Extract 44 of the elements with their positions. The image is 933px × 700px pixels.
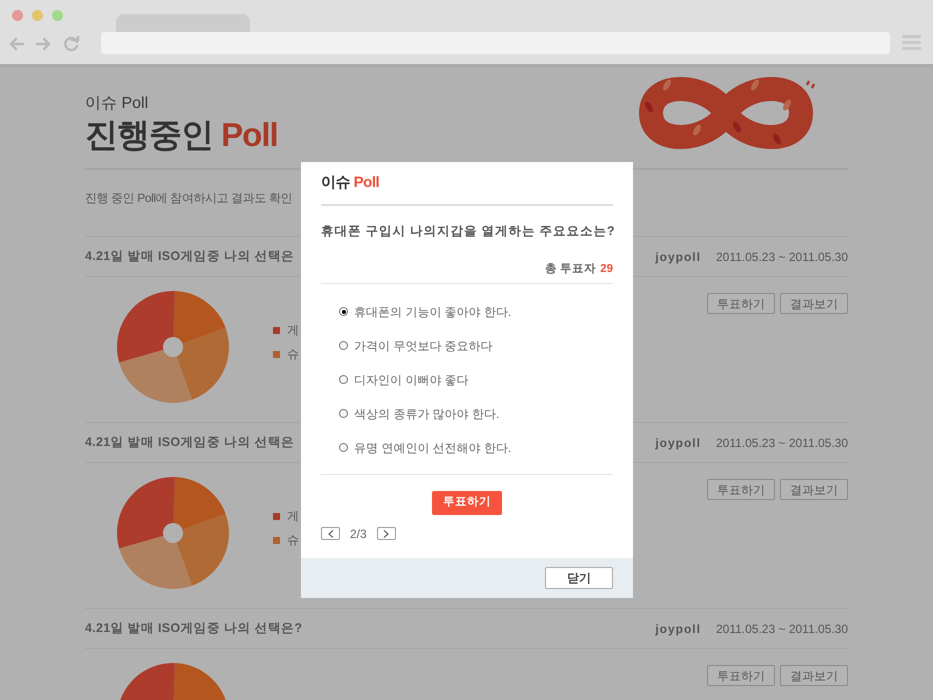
page-indicator: 2/3 [350,526,367,543]
poll-date: 2011.05.23 ~ 2011.05.30 [716,248,848,266]
poll-action-button[interactable]: 결과보기 [780,665,848,686]
chevron-left-icon [328,530,334,538]
chevron-right-icon [383,530,390,538]
legend-label: 슈 [287,532,299,549]
page-kicker: 이슈 Poll [85,94,150,114]
next-page-button[interactable] [376,527,396,540]
poll-date: 2011.05.23 ~ 2011.05.30 [716,434,848,452]
poll-action-button[interactable]: 결과보기 [780,293,848,314]
vote-button[interactable]: 투표하기 [432,490,502,515]
poll-title: 4.21일 발매 ISO게임중 나의 선택은 [85,248,294,266]
page-description: 진행 중인 Poll에 참여하시고 결과도 확인 [85,191,292,205]
navigation-icons-drawing [9,36,81,52]
poll-option[interactable]: 유명 연예인이 선전해야 한다. [339,430,613,465]
previous-page-button[interactable] [321,527,340,540]
poll-author: joypoll [655,434,701,452]
poll-option[interactable]: 디자인이 이뻐야 좋다 [339,362,613,397]
poll-author: joypoll [655,248,701,266]
radio-button[interactable] [339,341,348,350]
page-title: 진행중인 Poll [85,116,278,154]
voter-total-count: 29 [600,262,613,277]
poll-option[interactable]: 가격이 무엇보다 중요하다 [339,328,613,363]
radio-button[interactable] [339,307,348,316]
poll-action-button[interactable]: 투표하기 [707,293,775,314]
close-button[interactable]: 닫기 [545,567,613,589]
poll-option[interactable]: 휴대폰의 기능이 좋아야 한다. [339,294,613,329]
poll-title: 4.21일 발매 ISO게임중 나의 선택은? [85,620,302,638]
poll-action-button[interactable]: 투표하기 [707,479,775,500]
poll-action-button[interactable]: 투표하기 [707,665,775,686]
poll-author: joypoll [655,620,701,638]
legend-label: 게 [287,508,299,525]
poll-question: 휴대폰 구입시 나의지갑을 열게하는 주요요소는? [321,223,613,240]
poll-title: 4.21일 발매 ISO게임중 나의 선택은 [85,434,294,452]
poll-date: 2011.05.23 ~ 2011.05.30 [716,620,848,638]
radio-button[interactable] [339,409,348,418]
legend-label: 슈 [287,346,299,363]
dialog-title: 이슈 Poll [321,172,380,192]
poll-option[interactable]: 색상의 종류가 많아야 한다. [339,396,613,431]
radio-button[interactable] [339,375,348,384]
legend-label: 게 [287,322,299,339]
poll-action-button[interactable]: 결과보기 [780,479,848,500]
voter-total-label: 총 투표자 [545,262,596,277]
radio-button[interactable] [339,443,348,452]
